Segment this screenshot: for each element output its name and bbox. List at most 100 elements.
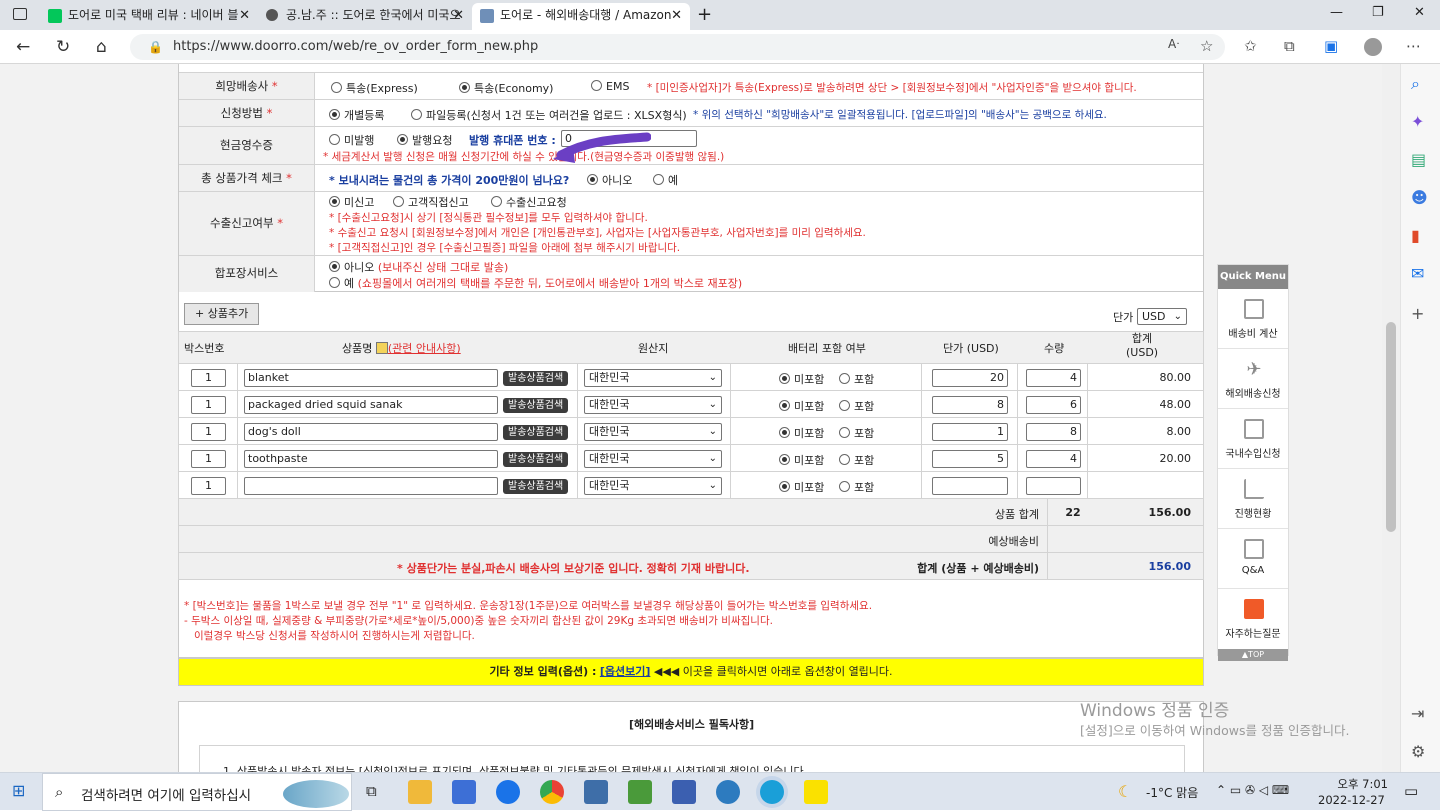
unit-price-input[interactable]: 20 (932, 369, 1008, 387)
quantity-input[interactable] (1026, 477, 1081, 495)
quantity-input[interactable]: 6 (1026, 396, 1081, 414)
battery-no-radio[interactable]: 미포함 (779, 452, 824, 468)
maximize-button[interactable]: ❐ (1372, 5, 1384, 20)
price-check-no-radio[interactable]: 아니오 (587, 172, 632, 188)
add-item-button[interactable]: + 상품추가 (184, 303, 260, 325)
more-menu-icon[interactable]: ⋯ (1406, 37, 1421, 55)
app4-icon[interactable] (716, 780, 740, 804)
kakaotalk-icon[interactable] (804, 780, 828, 804)
carrier-express-radio[interactable]: 특송(Express) (331, 80, 418, 96)
unit-price-input[interactable]: 5 (932, 450, 1008, 468)
unit-price-input[interactable]: 8 (932, 396, 1008, 414)
carrier-economy-radio[interactable]: 특송(Economy) (459, 80, 553, 96)
battery-no-radio[interactable]: 미포함 (779, 371, 824, 387)
settings-gear-icon[interactable]: ⚙ (1411, 742, 1425, 761)
quantity-input[interactable]: 4 (1026, 450, 1081, 468)
box-number-input[interactable]: 1 (191, 396, 226, 414)
battery-yes-radio[interactable]: 포함 (839, 479, 874, 495)
method-file-radio[interactable]: 파일등록(신청서 1건 또는 여러건을 업로드 : XLSX형식) (411, 107, 687, 123)
tray-icons[interactable]: ⌃ ▭ ✇ ◁ ⌨ (1216, 783, 1289, 797)
extension-icon[interactable]: ▣ (1324, 37, 1338, 55)
back-icon[interactable]: ← (16, 37, 30, 57)
quantity-input[interactable]: 4 (1026, 369, 1081, 387)
receipt-none-radio[interactable]: 미발행 (329, 132, 374, 148)
quantity-input[interactable]: 8 (1026, 423, 1081, 441)
box-number-input[interactable]: 1 (191, 423, 226, 441)
export-self-radio[interactable]: 고객직접신고 (393, 194, 469, 210)
office-icon[interactable]: ▮ (1411, 226, 1420, 245)
add-icon[interactable]: + (1411, 304, 1424, 323)
people-icon[interactable]: ☻ (1411, 188, 1428, 207)
weather-text[interactable]: -1°C 맑음 (1146, 784, 1198, 801)
battery-yes-radio[interactable]: 포함 (839, 371, 874, 387)
task-view-icon[interactable]: ⧉ (366, 782, 377, 800)
refresh-icon[interactable]: ↻ (56, 37, 70, 57)
file-explorer-icon[interactable] (408, 780, 432, 804)
price-check-yes-radio[interactable]: 예 (653, 172, 678, 188)
battery-no-radio[interactable]: 미포함 (779, 425, 824, 441)
method-single-radio[interactable]: 개별등록 (329, 107, 384, 123)
new-tab-button[interactable]: + (697, 4, 712, 25)
tab-naver[interactable]: 도어로 미국 택배 리뷰 : 네이버 블 ✕ (40, 3, 258, 30)
carrier-ems-radio[interactable]: EMS (591, 80, 629, 93)
quick-overseas[interactable]: ✈ 해외배송신청 (1218, 349, 1288, 409)
tab-actions-icon[interactable] (13, 8, 27, 20)
product-search-button[interactable]: 발송상품검색 (503, 452, 569, 467)
sidebar-hide-icon[interactable]: ⇥ (1411, 704, 1424, 723)
product-search-button[interactable]: 발송상품검색 (503, 371, 569, 386)
export-request-radio[interactable]: 수출신고요청 (491, 194, 567, 210)
edge-icon[interactable] (760, 780, 784, 804)
tab-tistory[interactable]: 공.남.주 :: 도어로 한국에서 미국으 ✕ (258, 3, 472, 30)
quick-calc[interactable]: 배송비 계산 (1218, 289, 1288, 349)
origin-select[interactable]: 대한민국 ⌄ (584, 423, 722, 441)
read-aloud-icon[interactable]: Aᐧ (1168, 37, 1179, 51)
taskbar-search[interactable]: ⌕ 검색하려면 여기에 입력하십시 (42, 773, 352, 811)
notification-icon[interactable]: ▭ (1404, 782, 1418, 800)
tab-close-icon[interactable]: ✕ (671, 3, 682, 28)
ie-icon[interactable] (496, 780, 520, 804)
clock-date[interactable]: 2022-12-27 (1318, 793, 1385, 807)
guide-link[interactable]: (관련 안내사항) (388, 342, 461, 355)
shopping-icon[interactable]: ▤ (1411, 150, 1426, 169)
product-search-button[interactable]: 발송상품검색 (503, 425, 569, 440)
battery-yes-radio[interactable]: 포함 (839, 425, 874, 441)
options-bar[interactable]: 기타 정보 입력(옵션) : [옵션보기] ◀◀◀ 이곳을 클릭하시면 아래로 … (178, 658, 1204, 686)
clock-time[interactable]: 오후 7:01 (1328, 776, 1388, 792)
unit-price-input[interactable] (932, 477, 1008, 495)
quick-faq[interactable]: 자주하는질문 (1218, 589, 1288, 649)
origin-select[interactable]: 대한민국 ⌄ (584, 477, 722, 495)
box-number-input[interactable]: 1 (191, 369, 226, 387)
battery-no-radio[interactable]: 미포함 (779, 479, 824, 495)
tab-close-icon[interactable]: ✕ (239, 3, 250, 28)
battery-yes-radio[interactable]: 포함 (839, 398, 874, 414)
favorite-add-icon[interactable]: ☆ (1200, 37, 1213, 55)
tab-doorro[interactable]: 도어로 - 해외배송대행 / Amazon ✕ (472, 3, 690, 30)
export-none-radio[interactable]: 미신고 (329, 194, 374, 210)
favorites-icon[interactable]: ✩ (1244, 37, 1257, 55)
origin-select[interactable]: 대한민국 ⌄ (584, 396, 722, 414)
battery-no-radio[interactable]: 미포함 (779, 398, 824, 414)
outlook-icon[interactable]: ✉ (1411, 264, 1424, 283)
scroll-thumb[interactable] (1386, 322, 1396, 532)
currency-select[interactable]: USD ⌄ (1137, 308, 1187, 325)
tab-close-icon[interactable]: ✕ (453, 3, 464, 28)
chrome-icon[interactable] (540, 780, 564, 804)
app2-icon[interactable] (628, 780, 652, 804)
product-name-input[interactable]: blanket (244, 369, 498, 387)
quick-status[interactable]: 진행현황 (1218, 469, 1288, 529)
app3-icon[interactable] (672, 780, 696, 804)
product-search-button[interactable]: 발송상품검색 (503, 479, 569, 494)
product-name-input[interactable] (244, 477, 498, 495)
repack-no-radio[interactable]: 아니오 (보내주신 상태 그대로 발송) (329, 259, 508, 275)
box-number-input[interactable]: 1 (191, 477, 226, 495)
search-icon[interactable]: ⌕ (1411, 74, 1420, 94)
origin-select[interactable]: 대한민국 ⌄ (584, 369, 722, 387)
product-name-input[interactable]: toothpaste (244, 450, 498, 468)
origin-select[interactable]: 대한민국 ⌄ (584, 450, 722, 468)
app-icon[interactable] (584, 780, 608, 804)
quick-import[interactable]: 국내수입신청 (1218, 409, 1288, 469)
receipt-request-radio[interactable]: 발행요청 (397, 132, 452, 148)
store-icon[interactable] (452, 780, 476, 804)
close-window-button[interactable]: ✕ (1414, 5, 1425, 20)
box-number-input[interactable]: 1 (191, 450, 226, 468)
